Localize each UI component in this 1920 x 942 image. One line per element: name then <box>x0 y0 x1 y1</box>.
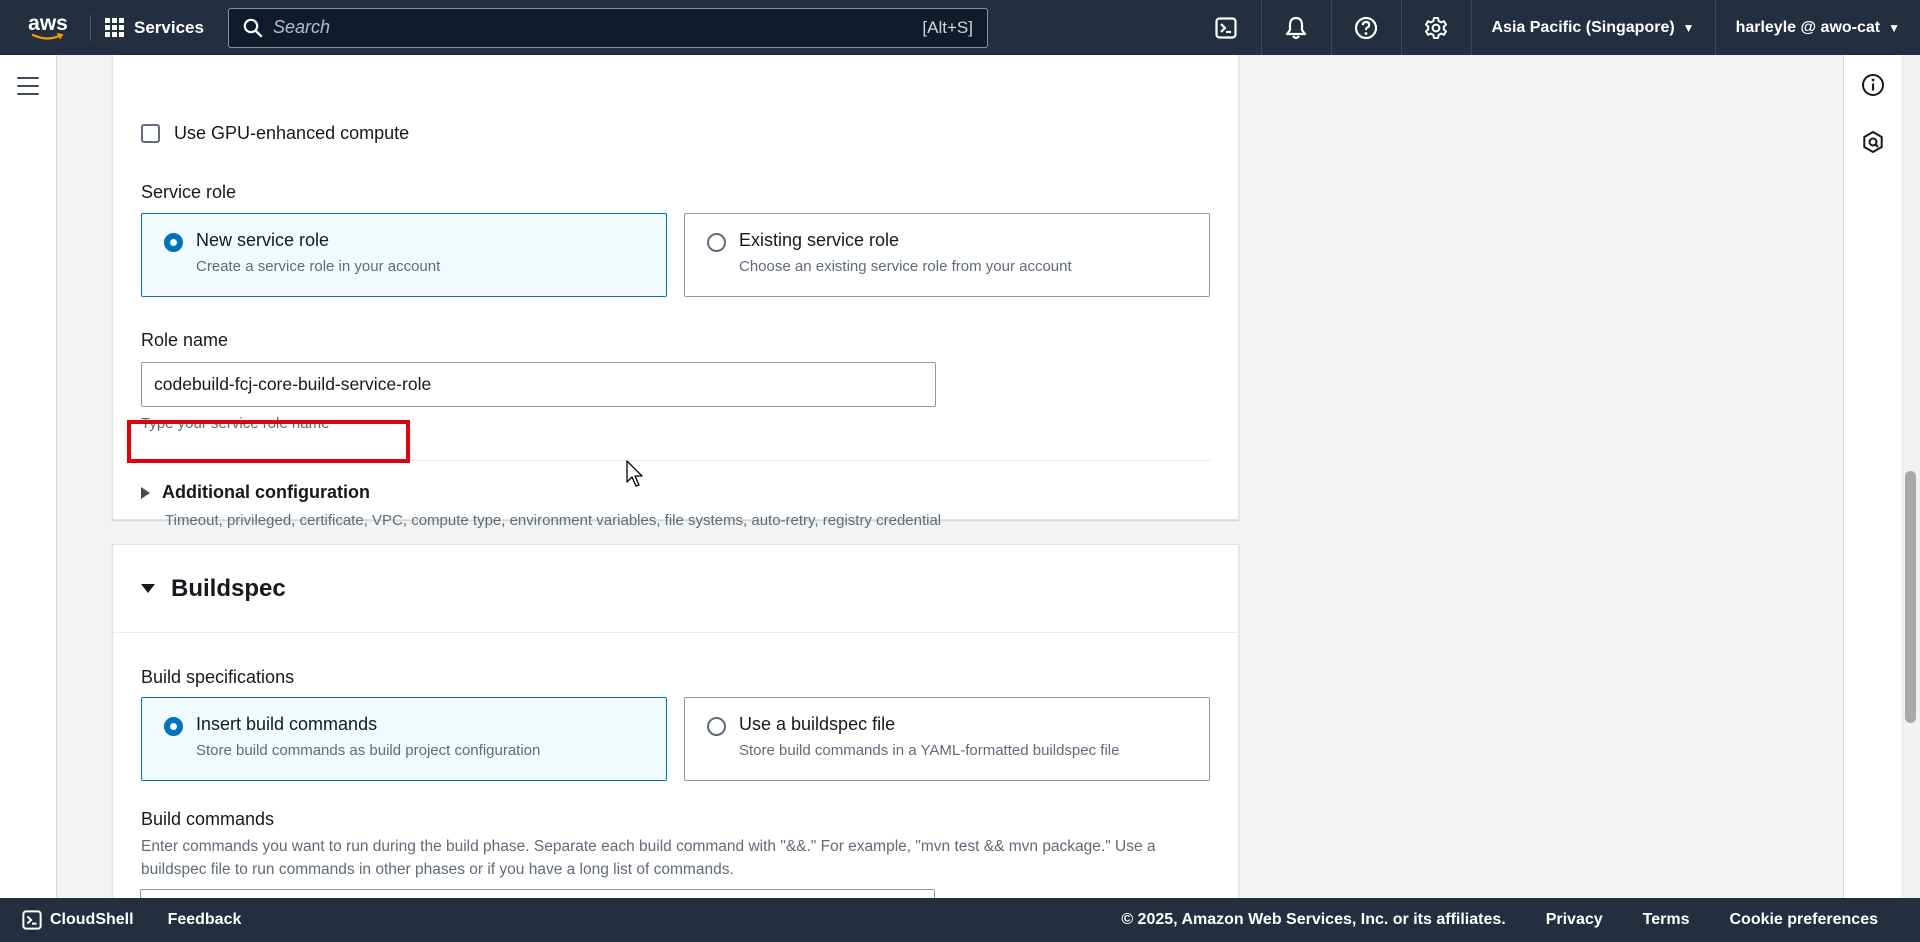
tile-description: Create a service role in your account <box>196 258 441 275</box>
hexagon-icon <box>1863 131 1883 153</box>
services-label: Services <box>134 17 204 37</box>
tile-description: Store build commands in a YAML-formatted… <box>739 742 1120 759</box>
notifications-icon <box>1285 16 1307 39</box>
notifications-button[interactable] <box>1260 0 1331 55</box>
caret-down-icon <box>141 584 155 593</box>
assistant-button[interactable] <box>1860 129 1886 155</box>
tile-title: Insert build commands <box>196 714 378 734</box>
services-menu[interactable]: Services <box>105 18 204 38</box>
expander-label: Additional configuration <box>162 482 370 502</box>
insert-build-commands-tile[interactable]: Insert build commands Store build comman… <box>141 697 667 781</box>
role-name-label: Role name <box>141 330 229 350</box>
help-icon <box>1354 16 1378 39</box>
build-commands-description: Enter commands you want to run during th… <box>141 838 1156 878</box>
new-service-role-tile[interactable]: New service role Create a service role i… <box>141 213 667 297</box>
gpu-compute-checkbox[interactable]: Use GPU-enhanced compute <box>141 123 409 144</box>
settings-icon <box>1425 16 1447 39</box>
expander-description: Timeout, privileged, certificate, VPC, c… <box>165 512 942 529</box>
cloudshell-footer-button[interactable]: CloudShell <box>22 910 134 930</box>
account-label: harleyle @ awo-cat <box>1735 18 1881 36</box>
info-button[interactable] <box>1860 72 1886 98</box>
logo-text: aws <box>28 11 68 35</box>
tile-description: Choose an existing service role from you… <box>739 258 1072 275</box>
radio-button[interactable] <box>707 717 726 736</box>
cloudshell-icon <box>1214 16 1237 39</box>
checkbox-label: Use GPU-enhanced compute <box>174 123 410 143</box>
left-rail <box>0 55 57 898</box>
cookie-preferences-link[interactable]: Cookie preferences <box>1729 911 1878 929</box>
cloudshell-label: CloudShell <box>50 911 134 928</box>
build-specifications-label: Build specifications <box>141 667 295 687</box>
main-content: Use GPU-enhanced compute Service role Ne… <box>57 55 1843 898</box>
role-name-input[interactable] <box>141 362 936 407</box>
buildspec-header[interactable]: Buildspec <box>113 545 1238 633</box>
feedback-link[interactable]: Feedback <box>168 911 242 929</box>
build-commands-label: Build commands <box>141 809 275 829</box>
buildspec-panel: Buildspec Build specifications Insert bu… <box>112 544 1239 898</box>
search-bar[interactable]: [Alt+S] <box>227 7 988 48</box>
radio-button[interactable] <box>707 233 726 252</box>
section-title: Buildspec <box>171 574 286 602</box>
terms-link[interactable]: Terms <box>1643 911 1690 929</box>
privacy-link[interactable]: Privacy <box>1546 911 1603 929</box>
copyright-text: © 2025, Amazon Web Services, Inc. or its… <box>1121 911 1506 928</box>
scroll-thumb[interactable] <box>1905 471 1916 723</box>
footer: CloudShell Feedback © 2025, Amazon Web S… <box>0 898 1920 942</box>
caret-down-icon: ▼ <box>1888 20 1900 35</box>
region-label: Asia Pacific (Singapore) <box>1491 18 1675 36</box>
settings-button[interactable] <box>1400 0 1471 55</box>
right-rail <box>1843 55 1901 898</box>
grid-icon <box>105 18 124 37</box>
smile-icon <box>32 32 64 40</box>
page-scrollbar[interactable] <box>1901 55 1920 898</box>
highlight-box <box>127 420 410 463</box>
footer-right: © 2025, Amazon Web Services, Inc. or its… <box>1121 911 1878 929</box>
build-commands-editor[interactable] <box>140 889 935 898</box>
search-icon <box>243 18 263 37</box>
tile-description: Store build commands as build project co… <box>196 742 541 759</box>
search-shortcut: [Alt+S] <box>922 17 973 37</box>
tile-title: Existing service role <box>739 230 900 250</box>
aws-logo[interactable]: aws <box>20 8 76 48</box>
tile-title: Use a buildspec file <box>739 714 896 734</box>
tile-title: New service role <box>196 230 330 250</box>
nav-right: Asia Pacific (Singapore) ▼ harleyle @ aw… <box>1191 0 1920 55</box>
caret-right-icon <box>141 486 150 499</box>
radio-button-selected[interactable] <box>164 717 183 736</box>
existing-service-role-tile[interactable]: Existing service role Choose an existing… <box>684 213 1210 297</box>
help-button[interactable] <box>1330 0 1401 55</box>
mouse-cursor-icon <box>626 460 643 487</box>
caret-down-icon: ▼ <box>1682 20 1695 35</box>
nav-separator <box>90 14 91 41</box>
search-input[interactable] <box>272 17 923 38</box>
service-role-label: Service role <box>141 182 237 202</box>
region-selector[interactable]: Asia Pacific (Singapore) ▼ <box>1470 0 1715 55</box>
radio-button-selected[interactable] <box>164 233 183 252</box>
info-icon <box>1862 74 1884 96</box>
cloudshell-button[interactable] <box>1191 0 1261 55</box>
top-navigation: aws Services [Alt+S] <box>0 0 1920 55</box>
menu-icon[interactable] <box>17 77 39 95</box>
cloudshell-icon <box>22 910 42 930</box>
account-menu[interactable]: harleyle @ awo-cat ▼ <box>1714 0 1920 55</box>
additional-configuration-toggle[interactable]: Additional configuration <box>141 482 370 503</box>
checkbox[interactable] <box>141 124 160 143</box>
use-buildspec-file-tile[interactable]: Use a buildspec file Store build command… <box>684 697 1210 781</box>
